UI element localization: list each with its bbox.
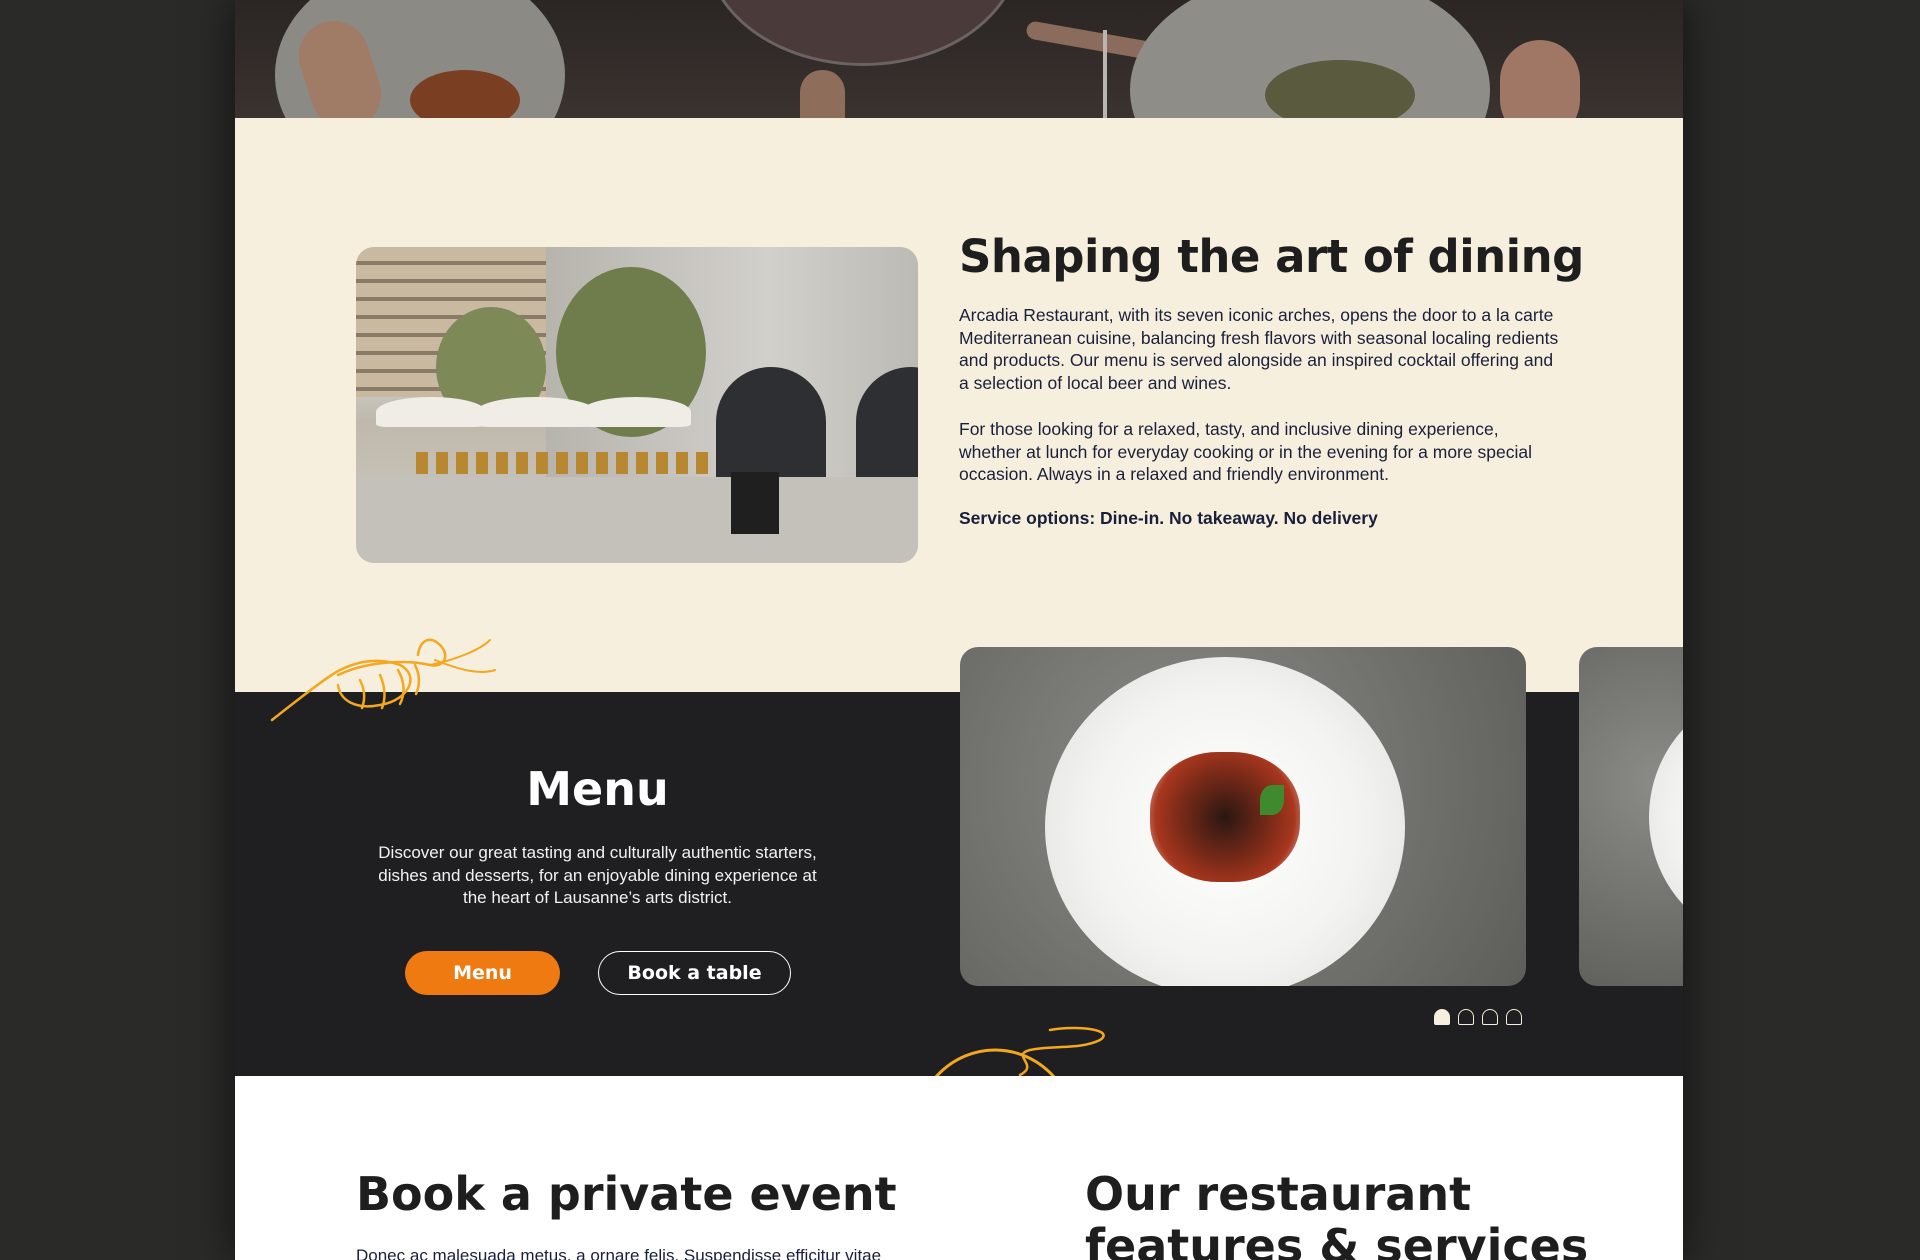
carousel-dot[interactable] bbox=[1458, 1009, 1474, 1025]
private-event-text: Donec ac malesuada metus, a ornare felis… bbox=[356, 1246, 882, 1260]
carousel-slide[interactable] bbox=[960, 647, 1526, 986]
service-options: Service options: Dine-in. No takeaway. N… bbox=[959, 508, 1378, 528]
menu-button[interactable]: Menu bbox=[405, 951, 560, 995]
page: Shaping the art of dining Arcadia Restau… bbox=[235, 0, 1683, 1260]
book-table-button[interactable]: Book a table bbox=[598, 951, 791, 995]
carousel-slide[interactable] bbox=[1579, 647, 1683, 986]
hero-photo-strip bbox=[235, 0, 1683, 118]
carousel-pagination bbox=[1434, 1009, 1522, 1025]
carousel-dot[interactable] bbox=[1434, 1009, 1450, 1025]
private-event-title: Book a private event bbox=[356, 1167, 897, 1221]
menu-description: Discover our great tasting and culturall… bbox=[378, 843, 817, 908]
menu-title: Menu bbox=[526, 762, 669, 816]
intro-paragraph: Arcadia Restaurant, with its seven iconi… bbox=[959, 305, 1559, 393]
features-title: Our restaurant features & services bbox=[1085, 1167, 1589, 1260]
intro-paragraph: For those looking for a relaxed, tasty, … bbox=[959, 419, 1532, 485]
carousel-dot[interactable] bbox=[1482, 1009, 1498, 1025]
plate-image bbox=[1649, 687, 1683, 947]
carousel-dot[interactable] bbox=[1506, 1009, 1522, 1025]
intro-title: Shaping the art of dining bbox=[959, 230, 1584, 283]
intro-section: Shaping the art of dining Arcadia Restau… bbox=[235, 118, 1683, 692]
bottom-section: Book a private event Our restaurant feat… bbox=[235, 1076, 1683, 1260]
restaurant-terrace-photo bbox=[356, 247, 918, 563]
